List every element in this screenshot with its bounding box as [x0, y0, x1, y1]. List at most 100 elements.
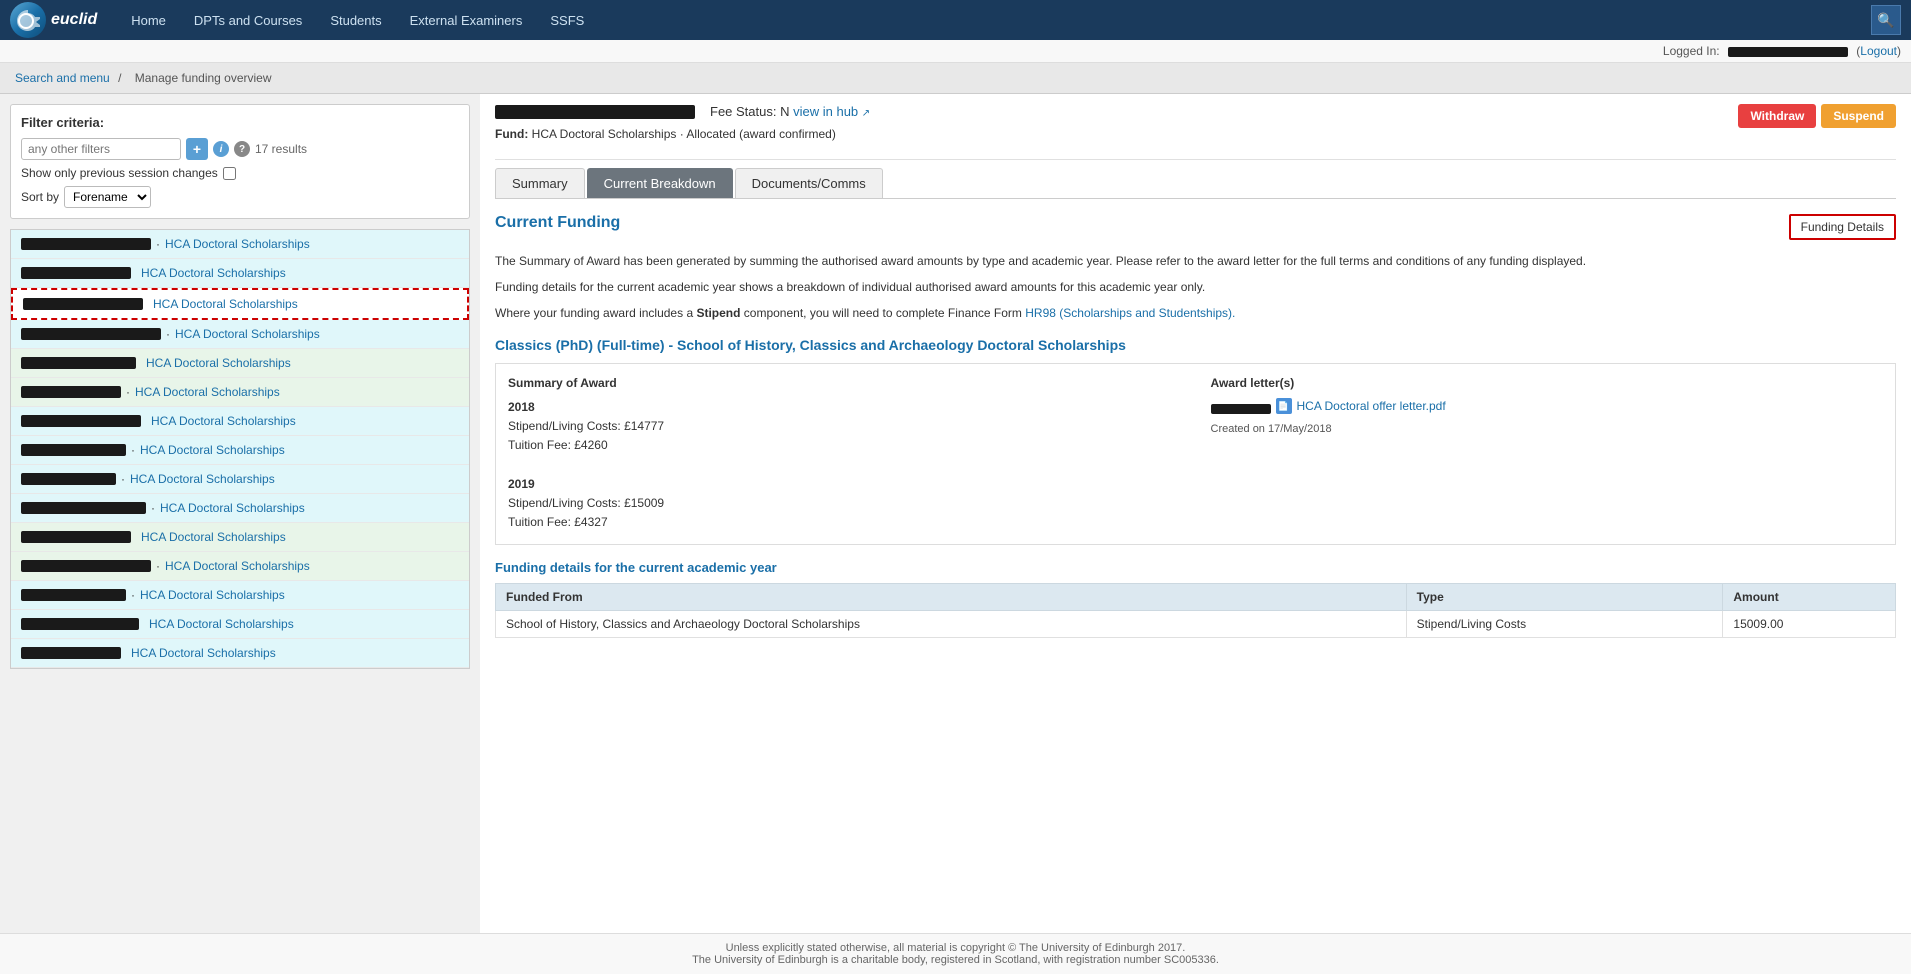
list-item[interactable]: HCA Doctoral Scholarships: [11, 407, 469, 436]
view-in-hub-link[interactable]: view in hub: [793, 104, 858, 119]
student-fund: HCA Doctoral Scholarships: [135, 385, 280, 399]
tab-current-breakdown[interactable]: Current Breakdown: [587, 168, 733, 198]
award-box: Summary of Award 2018 Stipend/Living Cos…: [495, 363, 1896, 545]
student-name-redacted: [21, 386, 121, 398]
filter-title: Filter criteria:: [21, 115, 459, 130]
filter-add-button[interactable]: +: [186, 138, 208, 160]
tab-documents[interactable]: Documents/Comms: [735, 168, 883, 198]
letter-date: Created on 17/May/2018: [1211, 423, 1884, 435]
list-item[interactable]: · HCA Doctoral Scholarships: [11, 320, 469, 349]
student-name-redacted: [21, 531, 131, 543]
list-item[interactable]: HCA Doctoral Scholarships: [11, 349, 469, 378]
external-link-icon: ↗: [862, 108, 870, 119]
letter-label: Award letter(s): [1211, 376, 1884, 390]
funding-details-button[interactable]: Funding Details: [1789, 214, 1896, 240]
right-panel: Fee Status: N view in hub ↗ Fund: HCA Do…: [480, 94, 1911, 933]
student-fund: HCA Doctoral Scholarships: [151, 414, 296, 428]
tab-bar: Summary Current Breakdown Documents/Comm…: [495, 168, 1896, 199]
hr98-link[interactable]: HR98 (Scholarships and Studentships).: [1025, 306, 1235, 320]
student-fund: HCA Doctoral Scholarships: [165, 237, 310, 251]
list-item[interactable]: · HCA Doctoral Scholarships: [11, 552, 469, 581]
list-item[interactable]: HCA Doctoral Scholarships: [11, 639, 469, 668]
student-fund: HCA Doctoral Scholarships: [149, 617, 294, 631]
current-funding-title: Current Funding: [495, 214, 620, 232]
tab-summary[interactable]: Summary: [495, 168, 585, 198]
sort-select[interactable]: Forename Surname Student ID: [64, 186, 151, 208]
student-name-redacted: [23, 298, 143, 310]
nav-dpts[interactable]: DPTs and Courses: [180, 0, 316, 40]
header-left: Fee Status: N view in hub ↗ Fund: HCA Do…: [495, 104, 1738, 151]
student-name-redacted: [21, 444, 126, 456]
student-fund: HCA Doctoral Scholarships: [130, 472, 275, 486]
separator: ·: [156, 559, 160, 573]
list-item[interactable]: · HCA Doctoral Scholarships: [11, 581, 469, 610]
student-fund: HCA Doctoral Scholarships: [140, 588, 285, 602]
list-item[interactable]: HCA Doctoral Scholarships: [11, 523, 469, 552]
award-letter-col: Award letter(s) 📄 HCA Doctoral offer let…: [1211, 376, 1884, 532]
list-item[interactable]: · HCA Doctoral Scholarships: [11, 465, 469, 494]
content-header: Current Funding Funding Details: [495, 214, 1896, 240]
nav-ssfs[interactable]: SSFS: [536, 0, 598, 40]
letter-file-link[interactable]: 📄 HCA Doctoral offer letter.pdf: [1276, 398, 1446, 414]
breadcrumb-home[interactable]: Search and menu: [15, 71, 110, 85]
logo[interactable]: euclid: [10, 2, 97, 38]
footer-text1: Unless explicitly stated otherwise, all …: [15, 942, 1896, 954]
nav-home[interactable]: Home: [117, 0, 180, 40]
suspend-button[interactable]: Suspend: [1821, 104, 1896, 128]
nav-search-button[interactable]: 🔍: [1871, 5, 1901, 35]
breadcrumb: Search and menu / Manage funding overvie…: [0, 63, 1911, 94]
list-item[interactable]: · HCA Doctoral Scholarships: [11, 494, 469, 523]
nav-students[interactable]: Students: [316, 0, 395, 40]
student-name-redacted: [21, 267, 131, 279]
filter-input[interactable]: [21, 138, 181, 160]
list-item[interactable]: HCA Doctoral Scholarships: [11, 610, 469, 639]
student-name-redacted: [21, 328, 161, 340]
student-fund: HCA Doctoral Scholarships: [141, 530, 286, 544]
list-item[interactable]: HCA Doctoral Scholarships: [11, 288, 469, 320]
funding-table: Funded From Type Amount School of Histor…: [495, 583, 1896, 638]
breadcrumb-current: Manage funding overview: [135, 71, 272, 85]
student-list: · HCA Doctoral Scholarships HCA Doctoral…: [10, 229, 470, 669]
student-header: Fee Status: N view in hub ↗: [495, 104, 1738, 119]
prev-session-checkbox[interactable]: [223, 167, 236, 180]
list-item[interactable]: HCA Doctoral Scholarships: [11, 259, 469, 288]
sort-row: Sort by Forename Surname Student ID: [21, 186, 459, 208]
col-type: Type: [1406, 584, 1723, 611]
fund-info: Fund: HCA Doctoral Scholarships · Alloca…: [495, 127, 1738, 141]
list-item[interactable]: · HCA Doctoral Scholarships: [11, 436, 469, 465]
funding-current-year-title: Funding details for the current academic…: [495, 560, 1896, 575]
student-name-redacted: [21, 502, 146, 514]
right-panel-header: Fee Status: N view in hub ↗ Fund: HCA Do…: [495, 104, 1896, 160]
separator: ·: [131, 588, 135, 602]
col-funded-from: Funded From: [496, 584, 1407, 611]
student-fund: HCA Doctoral Scholarships: [131, 646, 276, 660]
withdraw-button[interactable]: Withdraw: [1738, 104, 1816, 128]
student-name-redacted: [21, 473, 116, 485]
top-navigation: euclid Home DPTs and Courses Students Ex…: [0, 0, 1911, 40]
list-item[interactable]: · HCA Doctoral Scholarships: [11, 230, 469, 259]
student-fund: HCA Doctoral Scholarships: [140, 443, 285, 457]
separator: ·: [131, 443, 135, 457]
list-item[interactable]: · HCA Doctoral Scholarships: [11, 378, 469, 407]
filter-row: + i ? 17 results: [21, 138, 459, 160]
letter-name-redacted: [1211, 404, 1271, 414]
desc1: The Summary of Award has been generated …: [495, 252, 1896, 270]
selected-student-name: [495, 105, 695, 119]
student-fund: HCA Doctoral Scholarships: [146, 356, 291, 370]
desc3: Where your funding award includes a Stip…: [495, 304, 1896, 322]
logout-link[interactable]: Logout: [1860, 44, 1897, 58]
breadcrumb-separator: /: [118, 71, 121, 85]
sort-label: Sort by: [21, 190, 59, 204]
cell-type: Stipend/Living Costs: [1406, 611, 1723, 638]
prev-session-row: Show only previous session changes: [21, 166, 459, 180]
award-year-2018: 2018 Stipend/Living Costs: £14777 Tuitio…: [508, 398, 1181, 532]
page-footer: Unless explicitly stated otherwise, all …: [0, 933, 1911, 974]
student-name-redacted: [21, 589, 126, 601]
logged-in-label: Logged In:: [1663, 44, 1720, 58]
student-fund: HCA Doctoral Scholarships: [165, 559, 310, 573]
login-bar: Logged In: (Logout): [0, 40, 1911, 63]
nav-examiners[interactable]: External Examiners: [396, 0, 537, 40]
logo-text: euclid: [51, 11, 97, 29]
footer-text2: The University of Edinburgh is a charita…: [15, 954, 1896, 966]
separator: ·: [126, 385, 130, 399]
